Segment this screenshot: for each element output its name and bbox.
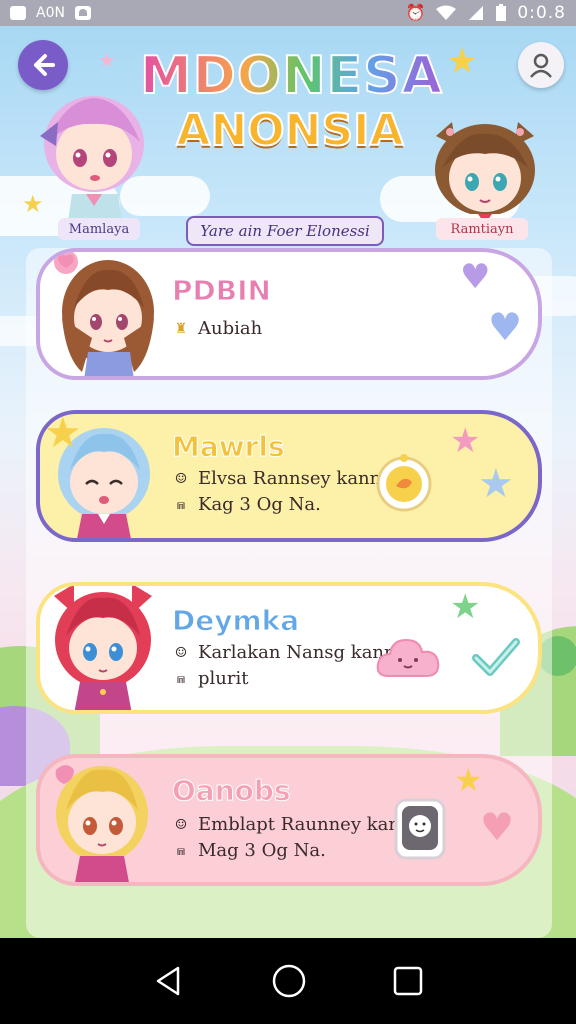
character-detail-text: Mag 3 Og Na. — [198, 840, 326, 861]
profile-button[interactable] — [518, 42, 564, 88]
person-icon: ☺ — [174, 470, 188, 487]
character-name: PDBIN — [172, 274, 272, 308]
title-line-1: MDONESA — [139, 45, 443, 107]
character-avatar — [55, 765, 148, 882]
character-avatar — [54, 586, 152, 710]
character-card[interactable]: ★ Mawrls ☺ Elvsa Rannsey kann ⩎ Kag 3 Og… — [36, 410, 542, 542]
title-line-2: ANONSIA — [175, 105, 404, 157]
badge-icon: ♜ — [174, 320, 188, 337]
status-time: 0:0.8 — [517, 3, 566, 23]
star-icon: ★ — [450, 587, 481, 627]
notification-icon — [10, 6, 26, 20]
image-notification-icon — [74, 6, 91, 20]
stat-icon: ⩎ — [177, 842, 185, 859]
character-detail-line-1: ☺ Karlakan Nansg kann — [172, 642, 396, 663]
carrier-label: A0N — [36, 5, 65, 21]
character-detail-text: Emblapt Raunney kam — [198, 814, 406, 835]
star-icon: ★ — [454, 761, 483, 799]
star-icon: ★ — [44, 410, 82, 457]
heart-icon: ♥ — [488, 305, 523, 349]
character-detail-text: Elvsa Rannsey kann — [198, 468, 382, 489]
nav-home-button[interactable] — [271, 963, 307, 999]
header-right-avatar-name: Ramtiayn — [436, 218, 528, 240]
character-name: Oanobs — [172, 774, 292, 808]
nav-back-button[interactable] — [152, 964, 186, 998]
subtitle-ribbon: Yare ain Foer Elonessi — [186, 216, 384, 246]
app-title: MDONESA ANONSIA — [139, 45, 443, 157]
star-icon: ★ — [450, 421, 481, 461]
character-detail-text: plurit — [198, 668, 249, 689]
character-detail-line-2: ⩎ plurit — [172, 668, 248, 689]
cloud-sticker-icon — [376, 638, 440, 677]
character-detail-text: Karlakan Nansg kann — [198, 642, 396, 663]
header-left-avatar-name: Mamlaya — [58, 218, 140, 240]
character-card[interactable]: Deymka ☺ Karlakan Nansg kann ⩎ plurit ★ — [36, 582, 542, 714]
heart-icon: ♥ — [460, 257, 491, 297]
signal-icon — [469, 6, 484, 20]
character-detail-line-2: ⩎ Mag 3 Og Na. — [172, 840, 326, 861]
nav-recents-button[interactable] — [392, 965, 424, 997]
stat-icon: ⩎ — [177, 670, 185, 687]
character-name: Deymka — [171, 604, 300, 638]
star-icon: ★ — [98, 48, 116, 72]
food-sticker-icon — [376, 454, 432, 512]
star-icon: ★ — [446, 41, 479, 82]
device-sticker-icon — [394, 798, 446, 860]
character-name: Mawrls — [172, 430, 286, 464]
person-icon: ☺ — [174, 816, 188, 833]
alarm-icon: ⏰ — [405, 3, 426, 22]
character-detail-line-2: ⩎ Kag 3 Og Na. — [172, 494, 321, 515]
character-detail-text: Aubiah — [198, 318, 263, 339]
heart-icon: ♥ — [480, 805, 515, 849]
character-card[interactable]: Oanobs ☺ Emblapt Raunney kam ⩎ Mag 3 Og … — [36, 754, 542, 886]
character-detail-line-1: ☺ Emblapt Raunney kam — [172, 814, 406, 835]
checkmark-icon[interactable] — [470, 634, 522, 680]
person-icon: ☺ — [174, 644, 188, 661]
character-card[interactable]: PDBIN ♜ Aubiah ♥ ♥ — [36, 248, 542, 380]
character-detail-text: Kag 3 Og Na. — [198, 494, 321, 515]
status-bar: A0N ⏰ 0:0.8 — [0, 0, 576, 26]
header-left-avatar — [40, 96, 144, 222]
user-icon — [530, 53, 552, 78]
arrow-left-icon — [34, 54, 55, 76]
wifi-icon — [436, 5, 457, 20]
stat-icon: ⩎ — [177, 496, 185, 513]
battery-icon — [496, 4, 507, 21]
character-detail-line-1: ♜ Aubiah — [172, 318, 262, 339]
system-nav-bar — [0, 938, 576, 1024]
character-avatar — [54, 252, 154, 376]
star-icon: ★ — [478, 461, 514, 507]
character-detail-line-1: ☺ Elvsa Rannsey kann — [172, 468, 382, 489]
